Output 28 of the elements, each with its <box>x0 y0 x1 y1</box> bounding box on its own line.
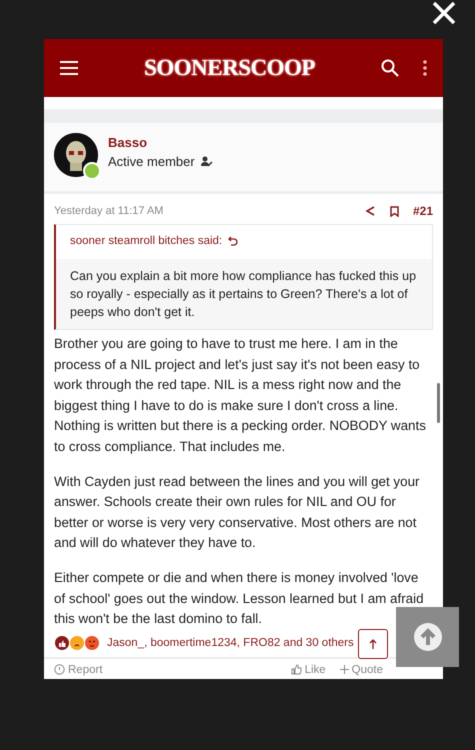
menu-icon[interactable] <box>60 61 78 75</box>
quote-button[interactable]: Quote <box>340 664 383 676</box>
post-paragraph: With Cayden just read between the lines and you will get your answer. Schools create their own rules for NIL and OU for better or worse is very very conservative. Most others are not and will do whatever they have to. <box>54 472 420 552</box>
info-icon <box>54 664 65 676</box>
author-name[interactable]: Basso <box>108 135 213 150</box>
jump-to-quote-icon[interactable] <box>228 236 238 246</box>
thumbs-up-icon <box>290 664 302 676</box>
post-paragraph: Either compete or die and when there is money involved 'love of school' goes out the window. Lesson learned but I am afraid this won't be the last domino to fall. <box>54 568 425 628</box>
report-button[interactable]: Report <box>54 664 103 676</box>
user-role: Active member <box>108 154 195 169</box>
site-logo[interactable]: SOONERSCOOP <box>88 55 371 81</box>
scroll-up-button[interactable] <box>396 607 459 667</box>
user-edit-icon <box>200 156 213 167</box>
scroll-top-button[interactable] <box>358 629 388 659</box>
plus-icon <box>340 665 349 674</box>
quote-text: Can you explain a bit more how compliance has fucked this up so royally - especially as it pertains to Green? There's a lot of peeps who don't get it. <box>69 268 418 321</box>
arrow-up-icon <box>369 639 377 649</box>
like-button[interactable]: Like <box>290 664 326 676</box>
bookmark-icon[interactable] <box>390 206 399 216</box>
arrow-up-circle-icon <box>414 623 442 651</box>
reaction-names-link[interactable]: Jason_, boomertime1234, FRO82 and 30 others <box>107 636 354 649</box>
share-icon[interactable] <box>364 205 376 217</box>
more-icon[interactable] <box>423 60 427 76</box>
quote-author[interactable]: sooner steamroll bitches said: <box>70 235 222 247</box>
post-time: Yesterday at 11:17 AM <box>54 205 164 217</box>
search-icon[interactable] <box>381 59 399 77</box>
post-paragraph: Brother you are going to have to trust me here. I am in the process of a NIL project and let's just say it's not been easy to work through the red tape. NIL is a mess right now and the biggest thing I have to do is make sure I don't cross a line. Nothing is written but there is a pecking order. NOBODY wants to cross compliance. That includes me. <box>54 335 427 456</box>
post-number-link[interactable]: #21 <box>412 204 433 218</box>
